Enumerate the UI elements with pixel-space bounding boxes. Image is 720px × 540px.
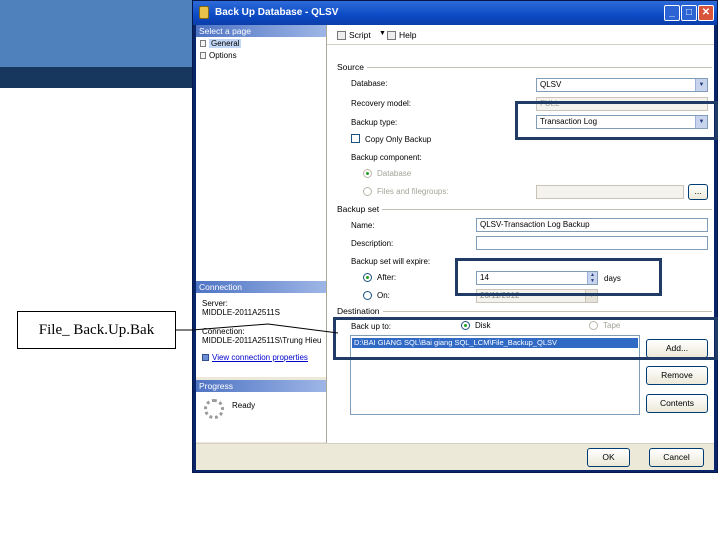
recovery-model-label: Recovery model:	[351, 99, 412, 108]
backup-type-value: Transaction Log	[540, 117, 598, 126]
page-icon	[200, 40, 206, 47]
destination-group-label: Destination	[337, 306, 383, 316]
backup-set-group: Backup set	[337, 204, 712, 214]
page-item-options[interactable]: Options	[200, 51, 237, 60]
backup-component-label: Backup component:	[351, 153, 422, 162]
help-icon	[387, 30, 396, 40]
backup-set-group-label: Backup set	[337, 204, 383, 214]
add-button[interactable]: Add...	[646, 339, 708, 358]
component-database-radio[interactable]	[363, 169, 372, 178]
connection-header: Connection	[196, 281, 326, 293]
slide-header-band	[0, 0, 192, 67]
toolbar: Script ▼ Help	[327, 25, 714, 45]
source-group-label: Source	[337, 62, 367, 72]
database-label: Database:	[351, 79, 388, 88]
page-list: General Options	[196, 37, 326, 281]
tape-radio[interactable]	[589, 321, 598, 330]
page-item-label: Options	[209, 51, 237, 60]
database-value: QLSV	[540, 80, 562, 89]
view-connection-properties-link[interactable]: View connection properties	[202, 353, 308, 362]
progress-spinner-icon	[204, 399, 224, 419]
properties-icon	[202, 354, 209, 361]
script-dropdown-arrow-icon[interactable]: ▼	[379, 30, 386, 37]
callout-text: File_ Back.Up.Bak	[38, 321, 155, 338]
expire-after-label: After:	[377, 273, 397, 282]
left-pane: Select a page General Options Connection…	[196, 25, 327, 470]
dialog-client-area: Select a page General Options Connection…	[196, 25, 714, 470]
chevron-down-icon: ▼	[585, 290, 597, 302]
database-icon	[199, 6, 209, 19]
minimize-button[interactable]: _	[664, 5, 680, 21]
expire-on-radio[interactable]	[363, 291, 372, 300]
expire-label: Backup set will expire:	[351, 257, 431, 266]
expire-days-value: 14	[480, 273, 489, 282]
general-page-panel: Script ▼ Help Source Database: QLSV ▼ Re…	[327, 25, 714, 470]
expire-date-value: 20/11/2012	[480, 291, 520, 300]
tape-label: Tape	[603, 321, 621, 330]
maximize-button[interactable]: □	[681, 5, 697, 21]
name-value: QLSV-Transaction Log Backup	[480, 220, 590, 229]
component-files-label: Files and filegroups:	[377, 187, 449, 196]
disk-label: Disk	[475, 321, 491, 330]
description-label: Description:	[351, 239, 394, 248]
database-select[interactable]: QLSV ▼	[536, 78, 708, 92]
expire-days-field[interactable]: 14 ▲ ▼	[476, 271, 598, 285]
expire-after-radio[interactable]	[363, 273, 372, 282]
back-up-to-label: Back up to:	[351, 322, 392, 331]
backup-type-label: Backup type:	[351, 118, 398, 127]
remove-button[interactable]: Remove	[646, 366, 708, 385]
progress-header: Progress	[196, 380, 326, 392]
connection-panel: Server: MIDDLE-2011A2511S Connection: MI…	[196, 293, 326, 377]
disk-radio[interactable]	[461, 321, 470, 330]
slide-accent-band	[0, 67, 192, 88]
help-label: Help	[399, 30, 417, 40]
page-item-general[interactable]: General	[200, 39, 242, 48]
help-button[interactable]: Help	[387, 30, 416, 40]
destination-list[interactable]: D:\BAI GIANG SQL\Bai giang SQL_LCM\File_…	[350, 335, 640, 415]
component-database-label: Database	[377, 169, 412, 178]
description-field[interactable]	[476, 236, 708, 250]
list-item[interactable]: D:\BAI GIANG SQL\Bai giang SQL_LCM\File_…	[352, 338, 638, 348]
script-icon	[337, 30, 346, 40]
contents-button[interactable]: Contents	[646, 394, 708, 413]
page-item-label: General	[209, 39, 242, 48]
select-page-header: Select a page	[196, 25, 326, 37]
recovery-model-value: FULL	[540, 99, 560, 108]
connection-value: MIDDLE-2011A2511S\Trung Hieu	[202, 336, 322, 345]
server-value: MIDDLE-2011A2511S	[202, 308, 280, 317]
source-group: Source	[337, 62, 712, 72]
close-button[interactable]: ✕	[698, 5, 714, 21]
window-title: Back Up Database - QLSV	[215, 7, 339, 18]
ok-button[interactable]: OK	[587, 448, 630, 467]
spinner-arrows-icon[interactable]: ▲ ▼	[587, 272, 597, 284]
view-connection-label: View connection properties	[212, 353, 308, 362]
recovery-model-field: FULL	[536, 97, 708, 111]
name-field[interactable]: QLSV-Transaction Log Backup	[476, 218, 708, 232]
backup-dialog-window: Back Up Database - QLSV _ □ ✕ Select a p…	[192, 0, 718, 473]
name-label: Name:	[351, 221, 375, 230]
expire-date-picker[interactable]: 20/11/2012 ▼	[476, 289, 598, 303]
progress-status: Ready	[232, 401, 256, 410]
script-button[interactable]: Script	[337, 30, 371, 40]
copy-only-checkbox[interactable]	[351, 134, 360, 143]
backup-type-select[interactable]: Transaction Log ▼	[536, 115, 708, 129]
chevron-down-icon: ▼	[695, 116, 707, 128]
browse-button[interactable]: ...	[688, 184, 708, 200]
script-label: Script	[349, 30, 371, 40]
days-label: days	[604, 274, 621, 283]
connection-label: Connection:	[202, 327, 245, 336]
filegroups-field	[536, 185, 684, 199]
expire-on-label: On:	[377, 291, 390, 300]
copy-only-label: Copy Only Backup	[365, 135, 432, 144]
cancel-button[interactable]: Cancel	[649, 448, 704, 467]
callout-box: File_ Back.Up.Bak	[17, 311, 176, 349]
component-files-radio[interactable]	[363, 187, 372, 196]
page-icon	[200, 52, 206, 59]
dialog-footer: OK Cancel	[196, 443, 714, 470]
chevron-down-icon: ▼	[695, 79, 707, 91]
destination-group: Destination	[337, 306, 712, 316]
server-label: Server:	[202, 299, 228, 308]
title-bar[interactable]: Back Up Database - QLSV _ □ ✕	[193, 1, 717, 25]
